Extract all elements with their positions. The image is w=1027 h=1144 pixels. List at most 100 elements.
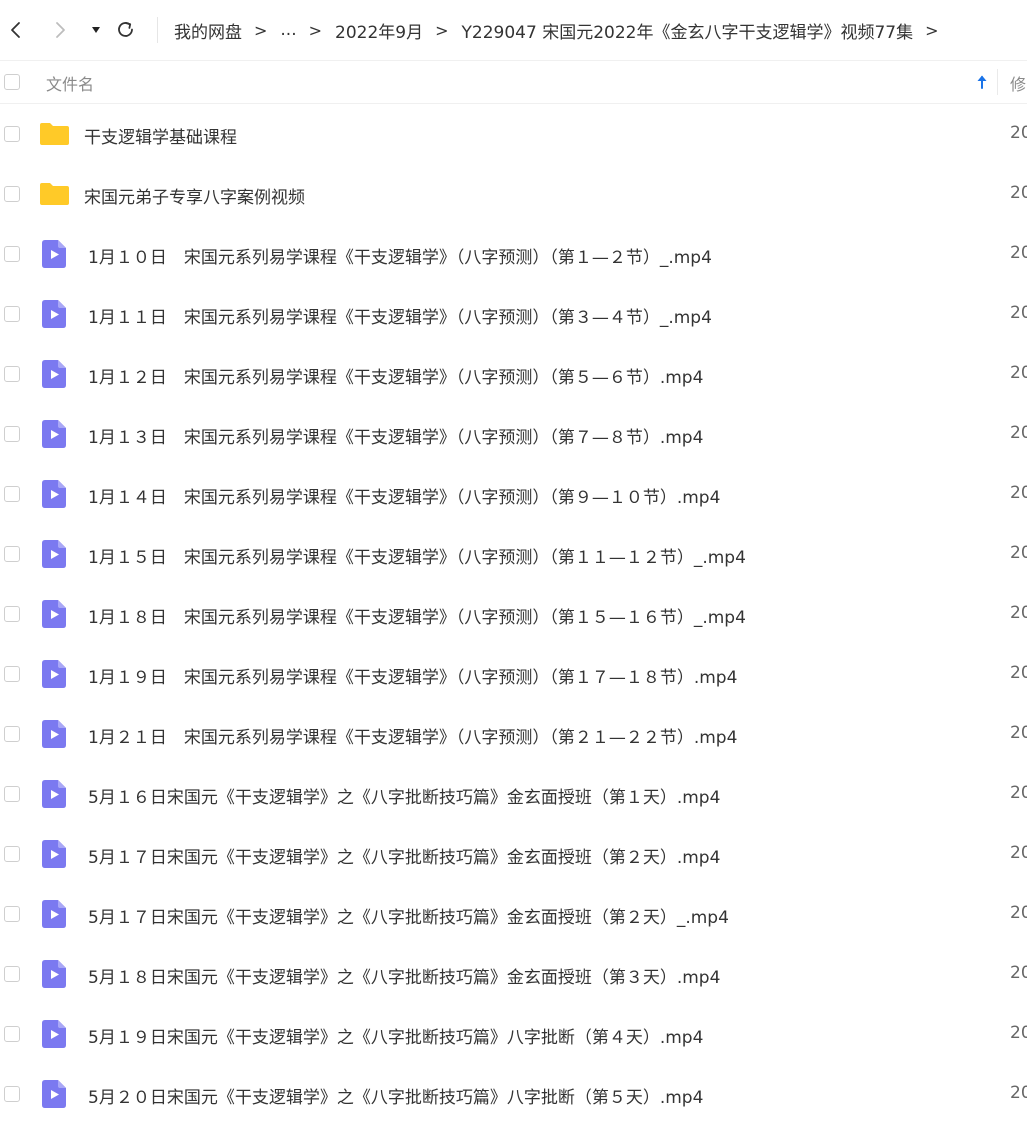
file-name[interactable]: 1月１４日 宋国元系列易学课程《干支逻辑学》（八字预测）（第９—１０节）.mp4 [88, 483, 720, 508]
folder-icon-wrapper [39, 182, 70, 206]
video-file-icon [42, 300, 66, 328]
toolbar-divider [157, 17, 158, 43]
video-file-icon [42, 840, 66, 868]
file-modified-date: 20 [1010, 963, 1027, 983]
file-row[interactable]: 5月１６日宋国元《干支逻辑学》之《八字批断技巧篇》金玄面授班（第１天）.mp4 2… [0, 764, 1027, 824]
video-icon-wrapper [42, 960, 66, 988]
forward-button[interactable] [50, 15, 72, 45]
video-icon-wrapper [42, 480, 66, 508]
file-row[interactable]: 1月１９日 宋国元系列易学课程《干支逻辑学》（八字预测）（第１７—１８节）.mp… [0, 644, 1027, 704]
breadcrumb-item-current[interactable]: Y229047 宋国元2022年《金玄八字干支逻辑学》视频77集 [462, 18, 914, 43]
file-row[interactable]: 1月１３日 宋国元系列易学课程《干支逻辑学》（八字预测）（第７—８节）.mp4 2… [0, 404, 1027, 464]
column-header-modified[interactable]: 修 [1010, 71, 1026, 95]
file-row[interactable]: 1月１８日 宋国元系列易学课程《干支逻辑学》（八字预测）（第１５—１６节）_.m… [0, 584, 1027, 644]
file-modified-date: 20 [1010, 1083, 1027, 1103]
row-checkbox[interactable] [4, 726, 20, 742]
file-row[interactable]: 1月１５日 宋国元系列易学课程《干支逻辑学》（八字预测）（第１１—１２节）_.m… [0, 524, 1027, 584]
row-checkbox[interactable] [4, 606, 20, 622]
row-checkbox[interactable] [4, 546, 20, 562]
file-name[interactable]: 5月１７日宋国元《干支逻辑学》之《八字批断技巧篇》金玄面授班（第２天）.mp4 [88, 843, 720, 868]
row-checkbox[interactable] [4, 306, 20, 322]
file-list: 干支逻辑学基础课程 20 宋国元弟子专享八字案例视频 20 1月１０日 宋国元系列易学课… [0, 104, 1027, 1124]
video-icon-wrapper [42, 780, 66, 808]
breadcrumb-separator: > [254, 20, 268, 40]
breadcrumb: 我的网盘 > ... > 2022年9月 > Y229047 宋国元2022年《… [174, 15, 952, 45]
file-name[interactable]: 干支逻辑学基础课程 [84, 123, 237, 148]
file-name[interactable]: 5月１７日宋国元《干支逻辑学》之《八字批断技巧篇》金玄面授班（第２天）_.mp4 [88, 903, 729, 928]
file-row[interactable]: 5月２０日宋国元《干支逻辑学》之《八字批断技巧篇》八字批断（第５天）.mp4 20 [0, 1064, 1027, 1124]
row-checkbox[interactable] [4, 966, 20, 982]
file-row[interactable]: 5月１７日宋国元《干支逻辑学》之《八字批断技巧篇》金玄面授班（第２天）_.mp4… [0, 884, 1027, 944]
file-name[interactable]: 1月１９日 宋国元系列易学课程《干支逻辑学》（八字预测）（第１７—１８节）.mp… [88, 663, 737, 688]
row-checkbox[interactable] [4, 906, 20, 922]
file-modified-date: 20 [1010, 663, 1027, 683]
folder-icon-wrapper [39, 122, 70, 146]
row-checkbox[interactable] [4, 126, 20, 142]
file-row[interactable]: 5月１７日宋国元《干支逻辑学》之《八字批断技巧篇》金玄面授班（第２天）.mp4 2… [0, 824, 1027, 884]
breadcrumb-separator: > [308, 20, 323, 40]
folder-icon [40, 183, 69, 205]
caret-down-icon [92, 27, 100, 33]
breadcrumb-item-folder[interactable]: 2022年9月 [335, 18, 423, 43]
file-modified-date: 20 [1010, 843, 1027, 863]
folder-row[interactable]: 干支逻辑学基础课程 20 [0, 104, 1027, 164]
row-checkbox[interactable] [4, 366, 20, 382]
file-name[interactable]: 1月１０日 宋国元系列易学课程《干支逻辑学》（八字预测）（第１—２节）_.mp4 [88, 243, 712, 268]
breadcrumb-item-root[interactable]: 我的网盘 [174, 18, 242, 43]
file-modified-date: 20 [1010, 723, 1027, 743]
file-name[interactable]: 5月１８日宋国元《干支逻辑学》之《八字批断技巧篇》金玄面授班（第３天）.mp4 [88, 963, 720, 988]
file-row[interactable]: 5月１８日宋国元《干支逻辑学》之《八字批断技巧篇》金玄面授班（第３天）.mp4 2… [0, 944, 1027, 1004]
file-name[interactable]: 1月１２日 宋国元系列易学课程《干支逻辑学》（八字预测）（第５—６节）.mp4 [88, 363, 703, 388]
file-modified-date: 20 [1010, 483, 1027, 503]
file-row[interactable]: 5月１９日宋国元《干支逻辑学》之《八字批断技巧篇》八字批断（第４天）.mp4 20 [0, 1004, 1027, 1064]
file-name[interactable]: 5月２０日宋国元《干支逻辑学》之《八字批断技巧篇》八字批断（第５天）.mp4 [88, 1083, 703, 1108]
breadcrumb-separator: > [435, 20, 449, 40]
video-file-icon [42, 360, 66, 388]
file-name[interactable]: 1月１１日 宋国元系列易学课程《干支逻辑学》（八字预测）（第３—４节）_.mp4 [88, 303, 712, 328]
breadcrumb-separator: > [925, 20, 939, 40]
refresh-button[interactable] [114, 15, 138, 45]
history-dropdown-button[interactable] [88, 15, 104, 45]
file-name[interactable]: 宋国元弟子专享八字案例视频 [84, 183, 305, 208]
file-row[interactable]: 1月１０日 宋国元系列易学课程《干支逻辑学》（八字预测）（第１—２节）_.mp4… [0, 224, 1027, 284]
file-row[interactable]: 1月１４日 宋国元系列易学课程《干支逻辑学》（八字预测）（第９—１０节）.mp4… [0, 464, 1027, 524]
file-list-header: 文件名 修 [0, 60, 1027, 104]
file-name[interactable]: 1月１８日 宋国元系列易学课程《干支逻辑学》（八字预测）（第１５—１６节）_.m… [88, 603, 746, 628]
row-checkbox[interactable] [4, 1086, 20, 1102]
file-modified-date: 20 [1010, 363, 1027, 383]
select-all-checkbox[interactable] [4, 74, 20, 90]
row-checkbox[interactable] [4, 246, 20, 262]
file-modified-date: 20 [1010, 243, 1027, 263]
column-header-name[interactable]: 文件名 [46, 71, 94, 95]
video-file-icon [42, 480, 66, 508]
file-name[interactable]: 5月１９日宋国元《干支逻辑学》之《八字批断技巧篇》八字批断（第４天）.mp4 [88, 1023, 703, 1048]
file-modified-date: 20 [1010, 423, 1027, 443]
row-checkbox[interactable] [4, 426, 20, 442]
file-row[interactable]: 1月１１日 宋国元系列易学课程《干支逻辑学》（八字预测）（第３—４节）_.mp4… [0, 284, 1027, 344]
row-checkbox[interactable] [4, 486, 20, 502]
file-modified-date: 20 [1010, 303, 1027, 323]
breadcrumb-ellipsis[interactable]: ... [280, 20, 296, 40]
row-checkbox[interactable] [4, 186, 20, 202]
row-checkbox[interactable] [4, 846, 20, 862]
folder-icon [40, 123, 69, 145]
row-checkbox[interactable] [4, 666, 20, 682]
back-button[interactable] [4, 15, 26, 45]
file-row[interactable]: 1月２１日 宋国元系列易学课程《干支逻辑学》（八字预测）（第２１—２２节）.mp… [0, 704, 1027, 764]
video-file-icon [42, 240, 66, 268]
row-checkbox[interactable] [4, 1026, 20, 1042]
file-name[interactable]: 1月１３日 宋国元系列易学课程《干支逻辑学》（八字预测）（第７—８节）.mp4 [88, 423, 703, 448]
file-name[interactable]: 1月２１日 宋国元系列易学课程《干支逻辑学》（八字预测）（第２１—２２节）.mp… [88, 723, 737, 748]
file-name[interactable]: 5月１６日宋国元《干支逻辑学》之《八字批断技巧篇》金玄面授班（第１天）.mp4 [88, 783, 720, 808]
file-modified-date: 20 [1010, 1023, 1027, 1043]
row-checkbox[interactable] [4, 786, 20, 802]
video-icon-wrapper [42, 840, 66, 868]
sort-ascending-button[interactable] [975, 73, 989, 91]
file-row[interactable]: 1月１２日 宋国元系列易学课程《干支逻辑学》（八字预测）（第５—６节）.mp4 2… [0, 344, 1027, 404]
file-name[interactable]: 1月１５日 宋国元系列易学课程《干支逻辑学》（八字预测）（第１１—１２节）_.m… [88, 543, 746, 568]
chevron-right-icon [56, 22, 65, 38]
file-modified-date: 20 [1010, 783, 1027, 803]
folder-row[interactable]: 宋国元弟子专享八字案例视频 20 [0, 164, 1027, 224]
column-divider[interactable] [997, 69, 998, 95]
video-file-icon [42, 420, 66, 448]
